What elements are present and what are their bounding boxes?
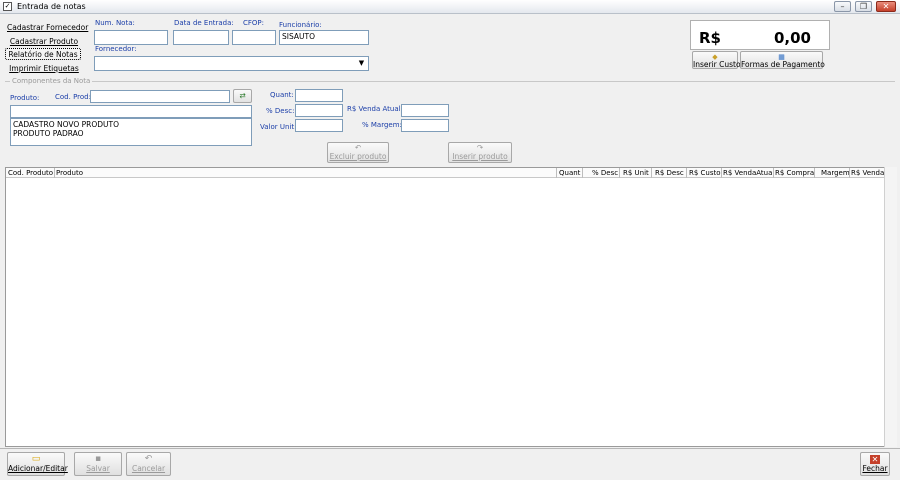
- column-header[interactable]: Quant: [559, 169, 580, 177]
- data-entrada-input[interactable]: [173, 30, 229, 45]
- product-list[interactable]: CADASTRO NOVO PRODUTO PRODUTO PADRAO: [10, 118, 252, 146]
- column-header[interactable]: Margem: [821, 169, 850, 177]
- cfop-input[interactable]: [232, 30, 276, 45]
- quant-label: Quant:: [270, 91, 294, 99]
- group-separator: [5, 81, 895, 82]
- produto-input[interactable]: [10, 105, 252, 118]
- insert-icon: ↷: [476, 143, 484, 152]
- venda-atual-label: R$ Venda Atual:: [347, 105, 403, 113]
- column-divider: [773, 168, 774, 178]
- inserir-custos-label: Inserir Custos: [693, 60, 745, 69]
- relatorio-notas-button[interactable]: Relatório de Notas: [5, 48, 81, 60]
- vertical-scrollbar[interactable]: [884, 167, 897, 447]
- inserir-produto-button[interactable]: ↷ Inserir produto: [448, 142, 512, 163]
- column-divider: [582, 168, 583, 178]
- column-header[interactable]: R$ Compra: [775, 169, 814, 177]
- currency-label: R$: [699, 29, 721, 47]
- total-display: R$ 0,00: [690, 20, 830, 50]
- search-product-icon[interactable]: ⇄: [233, 89, 252, 103]
- column-header[interactable]: Cod. Produto: [8, 169, 53, 177]
- window-title: Entrada de notas: [17, 2, 86, 11]
- funcionario-input[interactable]: SISAUTO: [279, 30, 369, 45]
- salvar-button[interactable]: ▪ Salvar: [74, 452, 122, 476]
- componentes-group-title: Componentes da Nota: [10, 77, 93, 85]
- items-grid[interactable]: Cod. Produto Produto Quant % Desc R$ Uni…: [5, 167, 885, 447]
- column-divider: [814, 168, 815, 178]
- valor-unit-label: Valor Unit:: [260, 123, 297, 131]
- desc-label: % Desc:: [266, 107, 295, 115]
- fornecedor-label: Fornecedor:: [95, 45, 137, 53]
- cadastrar-produto-button[interactable]: Cadastrar Produto: [6, 35, 82, 47]
- title-bar: ✓ Entrada de notas – ❐ ✕: [0, 0, 900, 14]
- imprimir-etiquetas-button[interactable]: Imprimir Etiquetas: [6, 62, 82, 74]
- produto-label: Produto:: [10, 94, 40, 102]
- column-divider: [686, 168, 687, 178]
- close-button[interactable]: ✕: [876, 1, 896, 12]
- column-header[interactable]: % Desc: [592, 169, 618, 177]
- data-entrada-label: Data de Entrada:: [174, 19, 234, 27]
- list-item[interactable]: PRODUTO PADRAO: [13, 129, 249, 138]
- adicionar-editar-label: Adicionar/Editar: [8, 464, 68, 473]
- venda-atual-input[interactable]: [401, 104, 449, 117]
- chevron-down-icon[interactable]: ▼: [356, 58, 367, 69]
- column-header[interactable]: R$ Unit: [623, 169, 649, 177]
- cfop-label: CFOP:: [243, 19, 265, 27]
- column-header[interactable]: R$ VendaAtual: [723, 169, 774, 177]
- margem-input[interactable]: [401, 119, 449, 132]
- column-divider: [651, 168, 652, 178]
- column-divider: [54, 168, 55, 178]
- quant-input[interactable]: [295, 89, 343, 102]
- column-header[interactable]: R$ Desc: [655, 169, 684, 177]
- cod-prod-label: Cod. Prod:: [55, 93, 91, 101]
- save-icon: ▪: [94, 454, 102, 464]
- grid-header: Cod. Produto Produto Quant % Desc R$ Uni…: [6, 168, 884, 178]
- column-header[interactable]: R$ Venda: [851, 169, 884, 177]
- salvar-label: Salvar: [86, 464, 110, 473]
- fechar-label: Fechar: [862, 464, 888, 473]
- fechar-button[interactable]: ✕ Fechar: [860, 452, 890, 476]
- restore-button[interactable]: ❐: [855, 1, 872, 12]
- total-value: 0,00: [773, 29, 811, 47]
- column-divider: [849, 168, 850, 178]
- cadastrar-fornecedor-button[interactable]: Cadastrar Fornecedor: [6, 21, 88, 33]
- num-nota-label: Num. Nota:: [95, 19, 135, 27]
- new-document-icon: ▭: [31, 454, 41, 464]
- num-nota-input[interactable]: [94, 30, 168, 45]
- funcionario-label: Funcionário:: [279, 21, 322, 29]
- undo-icon: ↶: [144, 454, 153, 464]
- fornecedor-select[interactable]: [94, 56, 369, 71]
- inserir-produto-label: Inserir produto: [452, 152, 508, 161]
- formas-pagamento-button[interactable]: ▦ Formas de Pagamento: [740, 51, 825, 69]
- column-divider: [619, 168, 620, 178]
- excluir-produto-label: Excluir produto: [329, 152, 387, 161]
- checkbox-icon: ✓: [3, 2, 12, 11]
- desc-input[interactable]: [295, 104, 343, 117]
- formas-pagamento-label: Formas de Pagamento: [741, 60, 825, 69]
- inserir-custos-button[interactable]: ◆ Inserir Custos: [692, 51, 744, 69]
- adicionar-editar-button[interactable]: ▭ Adicionar/Editar: [7, 452, 68, 476]
- column-divider: [556, 168, 557, 178]
- list-item[interactable]: CADASTRO NOVO PRODUTO: [13, 120, 249, 129]
- minimize-button[interactable]: –: [834, 1, 851, 12]
- cancelar-button[interactable]: ↶ Cancelar: [126, 452, 171, 476]
- column-header[interactable]: R$ Custo: [689, 169, 721, 177]
- valor-unit-input[interactable]: [295, 119, 343, 132]
- cod-prod-input[interactable]: [90, 90, 230, 103]
- close-icon: ✕: [870, 455, 880, 464]
- excluir-produto-button[interactable]: ↶ Excluir produto: [327, 142, 389, 163]
- column-divider: [721, 168, 722, 178]
- column-header[interactable]: Produto: [56, 169, 83, 177]
- delete-icon: ↶: [354, 143, 362, 152]
- cancelar-label: Cancelar: [131, 464, 166, 473]
- margem-label: % Margem:: [362, 121, 402, 129]
